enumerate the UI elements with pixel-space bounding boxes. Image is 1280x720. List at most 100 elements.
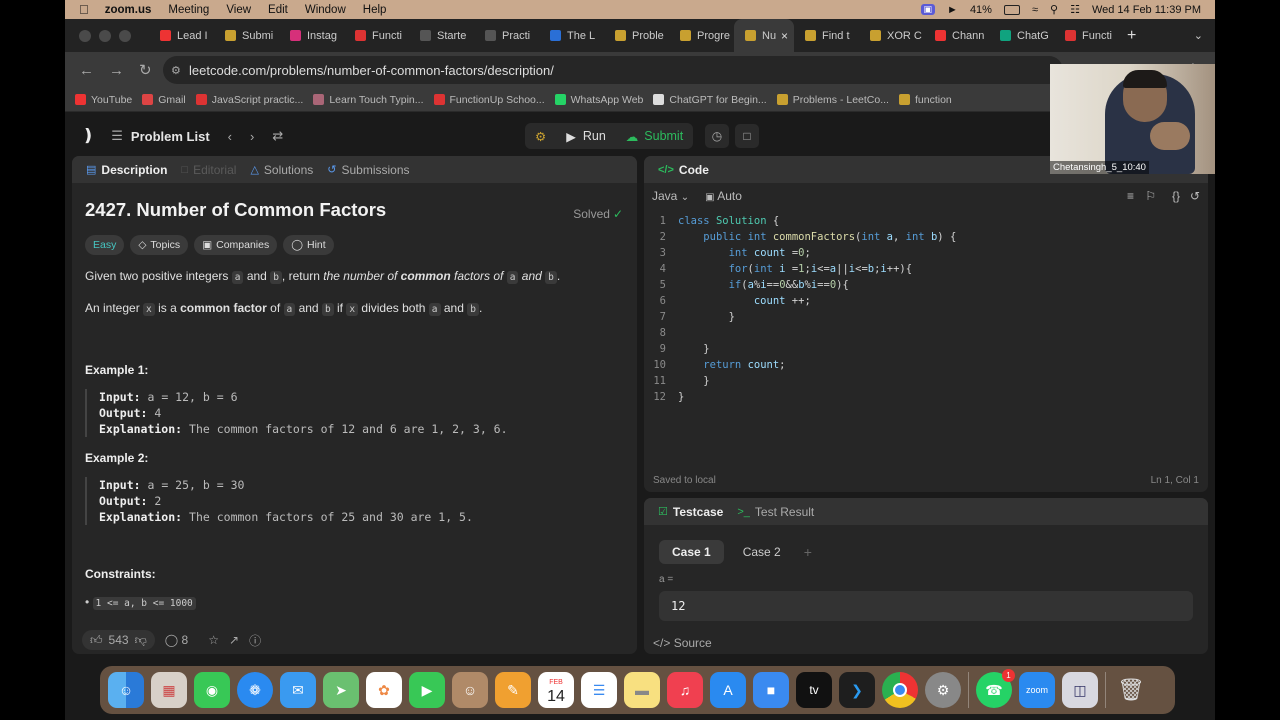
run-button[interactable]: ▶ Run: [556, 123, 616, 149]
problem-title[interactable]: 2427. Number of Common Factors: [85, 199, 624, 221]
browser-tab[interactable]: Lead I: [149, 19, 214, 52]
braces-icon[interactable]: {}: [1172, 189, 1180, 203]
source-button[interactable]: </> Source: [653, 636, 712, 650]
tab-code[interactable]: </> Code: [658, 163, 709, 177]
wifi-icon[interactable]: ≈: [1032, 4, 1038, 16]
photos-icon[interactable]: ✿: [366, 672, 402, 708]
reminders-icon[interactable]: ☰: [581, 672, 617, 708]
launchpad-icon[interactable]: ▦: [151, 672, 187, 708]
browser-tab[interactable]: Progre: [669, 19, 734, 52]
new-tab-icon[interactable]: +: [1127, 27, 1136, 45]
menubar-item-window[interactable]: Window: [305, 4, 346, 16]
browser-tab[interactable]: ChatG: [989, 19, 1054, 52]
trash-icon[interactable]: 🗑︎: [1113, 672, 1149, 708]
browser-tab[interactable]: XOR C: [859, 19, 924, 52]
topics-badge[interactable]: ◇ Topics: [130, 235, 189, 255]
facetime-icon[interactable]: ▶: [409, 672, 445, 708]
menubar-item-view[interactable]: View: [226, 4, 251, 16]
safari-icon[interactable]: ❁: [237, 672, 273, 708]
browser-tab[interactable]: Find t: [794, 19, 859, 52]
forward-arrow-icon[interactable]: →: [109, 62, 125, 79]
notes-icon[interactable]: □: [735, 124, 759, 148]
pages-icon[interactable]: ✎: [495, 672, 531, 708]
browser-tab[interactable]: Practi: [474, 19, 539, 52]
app-store-icon[interactable]: A: [710, 672, 746, 708]
tab-submissions[interactable]: ↺ Submissions: [327, 163, 409, 177]
language-select[interactable]: Java ⌄: [652, 189, 689, 203]
browser-tab[interactable]: Functi: [344, 19, 409, 52]
menubar-item-edit[interactable]: Edit: [268, 4, 288, 16]
address-bar[interactable]: ⚙ leetcode.com/problems/number-of-common…: [163, 56, 1063, 84]
chrome-icon[interactable]: [882, 672, 918, 708]
contacts-icon[interactable]: ☺: [452, 672, 488, 708]
keynote-icon[interactable]: ■: [753, 672, 789, 708]
whatsapp-icon[interactable]: ☎ 1: [976, 669, 1015, 708]
tab-test-result[interactable]: >_ Test Result: [737, 505, 814, 519]
bookmark-item[interactable]: Learn Touch Typin...: [313, 94, 424, 106]
code-line[interactable]: 5 if(a%i==0&&b%i==0){: [644, 277, 1208, 293]
thumbs-up-icon[interactable]: 👍︎: [90, 633, 103, 648]
close-window-button[interactable]: [79, 29, 91, 42]
timer-icon[interactable]: ◷: [705, 124, 729, 148]
tab-search-chevron-icon[interactable]: ⌄: [1194, 29, 1203, 42]
variable-input[interactable]: 12: [659, 591, 1193, 621]
browser-tab[interactable]: The L: [539, 19, 604, 52]
share-icon[interactable]: ↗: [229, 633, 239, 647]
browser-tab[interactable]: Starte: [409, 19, 474, 52]
problem-list-button[interactable]: ☰ Problem List: [111, 128, 209, 144]
companies-badge[interactable]: ▣ Companies: [194, 235, 278, 255]
calendar-icon[interactable]: FEB 14: [538, 672, 574, 708]
help-icon[interactable]: ⓘ: [249, 632, 261, 649]
comments-button[interactable]: ◯ 8: [165, 633, 188, 647]
finder-icon[interactable]: ☺: [108, 672, 144, 708]
code-line[interactable]: 11 }: [644, 373, 1208, 389]
reload-icon[interactable]: ↻: [139, 61, 155, 79]
bookmark-item[interactable]: FunctionUp Schoo...: [433, 94, 545, 106]
messages-icon[interactable]: ◉: [194, 672, 230, 708]
browser-tab[interactable]: Proble: [604, 19, 669, 52]
tab-testcase[interactable]: ☑ Testcase: [658, 505, 723, 519]
code-line[interactable]: 10 return count;: [644, 357, 1208, 373]
tab-description[interactable]: ▤ Description: [86, 163, 167, 177]
bookmark-item[interactable]: ChatGPT for Begin...: [653, 94, 767, 106]
music-icon[interactable]: ♫: [667, 672, 703, 708]
bookmark-item[interactable]: Problems - LeetCo...: [776, 94, 889, 106]
bookmark-icon[interactable]: ⚐: [1145, 189, 1156, 203]
case-2-tab[interactable]: Case 2: [730, 540, 794, 564]
bookmark-item[interactable]: JavaScript practic...: [195, 94, 303, 106]
browser-tab[interactable]: Submi: [214, 19, 279, 52]
menubar-datetime[interactable]: Wed 14 Feb 11:39 PM: [1092, 4, 1201, 16]
code-line[interactable]: 7 }: [644, 309, 1208, 325]
vscode-icon[interactable]: ❯: [839, 672, 875, 708]
shuffle-icon[interactable]: ⇄: [272, 128, 283, 144]
close-tab-icon[interactable]: ×: [781, 29, 788, 43]
preview-icon[interactable]: ◫: [1062, 672, 1098, 708]
debug-icon[interactable]: ⚙: [525, 123, 556, 149]
code-line[interactable]: 9 }: [644, 341, 1208, 357]
autocomplete-mode[interactable]: ▣ Auto: [705, 189, 742, 203]
browser-tab[interactable]: Functi: [1054, 19, 1119, 52]
zoom-status-icon[interactable]: ▣: [920, 4, 936, 15]
bookmark-item[interactable]: WhatsApp Web: [554, 94, 643, 106]
play-icon[interactable]: ►: [947, 4, 958, 16]
battery-icon[interactable]: [1003, 4, 1020, 15]
thumbs-down-icon[interactable]: 👎︎: [135, 633, 147, 648]
tab-editorial[interactable]: □ Editorial: [181, 163, 236, 177]
browser-tab[interactable]: Chann: [924, 19, 989, 52]
code-line[interactable]: 2 public int commonFactors(int a, int b)…: [644, 229, 1208, 245]
back-arrow-icon[interactable]: ←: [79, 62, 95, 79]
next-problem-icon[interactable]: ›: [250, 129, 254, 144]
notes-icon[interactable]: ▬: [624, 672, 660, 708]
bookmark-item[interactable]: function: [898, 94, 952, 106]
code-line[interactable]: 6 count ++;: [644, 293, 1208, 309]
maps-icon[interactable]: ➤: [323, 672, 359, 708]
browser-tab[interactable]: Nu ×: [734, 19, 794, 52]
prev-problem-icon[interactable]: ‹: [228, 129, 232, 144]
menubar-app-name[interactable]: zoom.us: [105, 4, 152, 16]
format-icon[interactable]: ≡: [1127, 189, 1134, 203]
code-line[interactable]: 1 class Solution {: [644, 213, 1208, 229]
minimize-window-button[interactable]: [99, 29, 111, 42]
reset-icon[interactable]: ↺: [1190, 189, 1200, 203]
code-editor[interactable]: 1 class Solution {2 public int commonFact…: [644, 213, 1208, 405]
menubar-item-meeting[interactable]: Meeting: [168, 4, 209, 16]
